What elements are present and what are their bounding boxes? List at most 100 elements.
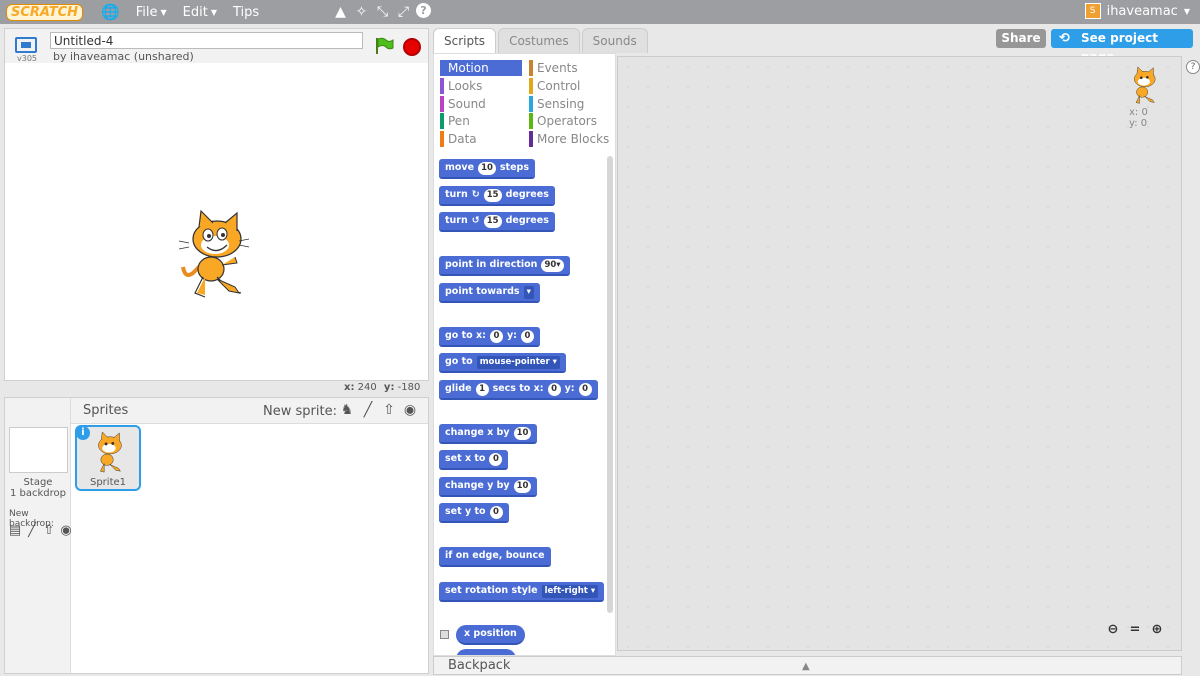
presentation-mode-icon[interactable]: [15, 37, 37, 53]
block-go-to[interactable]: go to mouse-pointer ▾: [439, 353, 566, 373]
block-change-y[interactable]: change y by 10: [439, 477, 538, 497]
category-motion[interactable]: Motion: [440, 60, 522, 76]
help-icon[interactable]: ?: [416, 3, 431, 18]
block-dropdown[interactable]: left-right ▾: [541, 584, 599, 598]
block-move-steps[interactable]: move 10 steps: [439, 159, 535, 179]
block-input[interactable]: 0: [578, 382, 592, 396]
delete-scissors-icon[interactable]: ✧: [353, 3, 370, 20]
block-if-on-edge-bounce[interactable]: if on edge, bounce: [439, 547, 551, 567]
category-data[interactable]: Data: [440, 131, 522, 147]
tab-costumes[interactable]: Costumes: [498, 28, 580, 53]
upload-sprite-icon[interactable]: ⇧: [381, 401, 397, 419]
my-stuff-icon[interactable]: S: [1084, 3, 1101, 19]
block-input[interactable]: 0: [489, 505, 503, 519]
block-dropdown-input[interactable]: 90▾: [541, 258, 564, 272]
sprites-title: Sprites: [83, 403, 129, 418]
category-label: Operators: [537, 114, 597, 128]
tab-sounds[interactable]: Sounds: [581, 28, 648, 53]
info-icon[interactable]: i: [76, 426, 90, 440]
category-color-bar: [440, 78, 444, 94]
block-text: move: [445, 162, 475, 173]
category-label: Pen: [448, 114, 470, 128]
block-dropdown[interactable]: mouse-pointer ▾: [476, 355, 560, 369]
shrink-icon[interactable]: ⤢: [395, 3, 412, 20]
category-operators[interactable]: Operators: [529, 113, 611, 129]
category-color-bar: [440, 131, 444, 147]
block-turn-right[interactable]: turn ↻ 15 degrees: [439, 186, 555, 206]
block-x-position-reporter[interactable]: x position: [456, 625, 525, 645]
block-input[interactable]: 10: [478, 161, 496, 175]
block-text: turn: [445, 189, 468, 200]
see-project-page-button[interactable]: ⟲See project page: [1051, 29, 1193, 64]
block-dropdown[interactable]: ▾: [523, 285, 534, 299]
block-set-rotation-style[interactable]: set rotation style left-right ▾: [439, 582, 605, 602]
block-change-x[interactable]: change x by 10: [439, 424, 538, 444]
project-page-icon: ⟲: [1059, 31, 1070, 46]
sprite-thumbnail[interactable]: i Sprite1: [75, 425, 141, 491]
globe-icon[interactable]: 🌐: [101, 3, 120, 21]
category-looks[interactable]: Looks: [440, 78, 522, 94]
share-button[interactable]: Share: [996, 29, 1046, 48]
zoom-in-icon[interactable]: ⊕: [1149, 622, 1165, 637]
menu-file-label: File: [135, 4, 158, 20]
grow-icon[interactable]: ⤡: [374, 3, 391, 20]
block-input[interactable]: 0: [547, 382, 561, 396]
zoom-reset-icon[interactable]: =: [1127, 622, 1143, 637]
sprite-library-icon[interactable]: ♞: [339, 401, 355, 419]
block-y-position-reporter[interactable]: [456, 649, 516, 655]
scratch-cat-sprite[interactable]: [175, 209, 251, 301]
help-icon[interactable]: ?: [1186, 60, 1200, 74]
camera-sprite-icon[interactable]: ◉: [402, 401, 418, 419]
block-point-towards[interactable]: point towards ▾: [439, 283, 540, 303]
backdrop-library-icon[interactable]: ▤: [8, 523, 22, 538]
block-go-to-xy[interactable]: go to x: 0 y: 0: [439, 327, 540, 347]
camera-backdrop-icon[interactable]: ◉: [59, 523, 73, 538]
zoom-out-icon[interactable]: ⊖: [1105, 622, 1121, 637]
paint-backdrop-icon[interactable]: ╱: [25, 523, 39, 538]
caret-down-icon: ▼: [1183, 6, 1190, 16]
category-sensing[interactable]: Sensing: [529, 96, 611, 112]
block-input[interactable]: 10: [513, 426, 532, 440]
x-position-checkbox[interactable]: [440, 630, 449, 639]
block-input[interactable]: 0: [489, 452, 503, 466]
palette-scrollbar[interactable]: [607, 156, 613, 613]
category-more-blocks[interactable]: More Blocks: [529, 131, 611, 147]
script-area[interactable]: [617, 56, 1182, 651]
menu-file[interactable]: File ▼: [136, 5, 167, 20]
paint-sprite-icon[interactable]: ╱: [360, 401, 376, 419]
category-sound[interactable]: Sound: [440, 96, 522, 112]
stop-sign-icon[interactable]: [403, 38, 421, 56]
block-set-y[interactable]: set y to 0: [439, 503, 509, 523]
stage-header: v305 by ihaveamac (unshared): [5, 29, 428, 63]
category-events[interactable]: Events: [529, 60, 611, 76]
scratch-logo[interactable]: SCRATCH: [6, 3, 84, 21]
stage-thumbnail[interactable]: [9, 427, 68, 473]
block-set-x[interactable]: set x to 0: [439, 450, 509, 470]
block-input[interactable]: 1: [475, 382, 489, 396]
category-control[interactable]: Control: [529, 78, 611, 94]
block-input[interactable]: 0: [489, 329, 503, 343]
category-pen[interactable]: Pen: [440, 113, 522, 129]
caret-down-icon: ▼: [210, 7, 217, 17]
block-glide[interactable]: glide 1 secs to x: 0 y: 0: [439, 380, 598, 400]
menu-tips[interactable]: Tips: [233, 5, 259, 20]
block-turn-left[interactable]: turn ↺ 15 degrees: [439, 212, 555, 232]
backpack-bar[interactable]: Backpack ▲: [433, 656, 1182, 675]
block-text: set y to: [445, 506, 486, 517]
block-input[interactable]: 10: [513, 479, 532, 493]
block-input[interactable]: 0: [520, 329, 534, 343]
block-input[interactable]: 15: [483, 214, 502, 228]
block-input[interactable]: 15: [483, 188, 502, 202]
green-flag-icon[interactable]: [374, 37, 394, 55]
tab-scripts[interactable]: Scripts: [433, 28, 497, 53]
project-title-input[interactable]: [50, 32, 363, 49]
stage-canvas[interactable]: [5, 63, 428, 380]
duplicate-stamp-icon[interactable]: ▲: [332, 3, 349, 20]
stage-label: Stage 1 backdrop: [5, 477, 71, 499]
y-coord-value: -180: [397, 382, 421, 393]
block-point-in-direction[interactable]: point in direction 90▾: [439, 256, 570, 276]
expand-arrow-icon[interactable]: ▲: [802, 658, 810, 676]
upload-backdrop-icon[interactable]: ⇧: [42, 523, 56, 538]
menu-edit[interactable]: Edit ▼: [183, 5, 217, 20]
user-menu[interactable]: S ihaveamac ▼: [1084, 3, 1190, 19]
